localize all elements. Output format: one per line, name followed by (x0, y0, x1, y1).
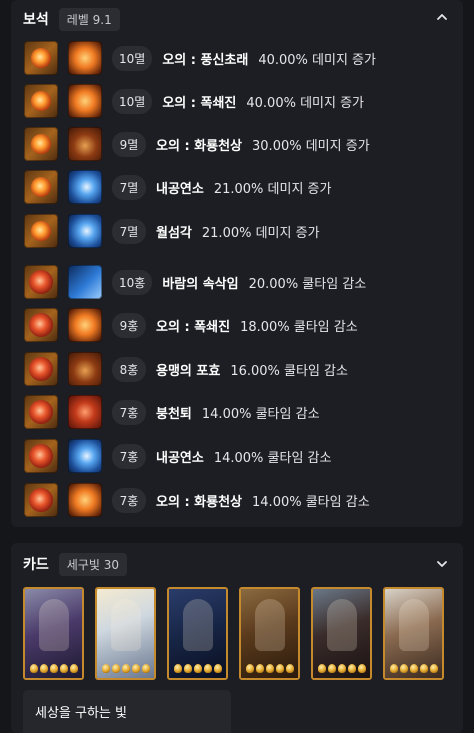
gem-icon (24, 41, 58, 75)
awakening-gems (29, 664, 78, 674)
gem-header: 보석 레벨 9.1 (23, 7, 120, 31)
gem-icon (24, 483, 58, 517)
gem-icon (24, 265, 58, 299)
card[interactable] (383, 587, 444, 680)
skill-name: 붕천퇴 (156, 406, 192, 422)
gem-level: 9홍 (112, 312, 146, 338)
card-title: 카드 (23, 557, 49, 573)
gem-icon (24, 214, 58, 248)
skill-name: 오의 : 폭쇄진 (156, 319, 231, 335)
gem-row: 10멸 오의 : 풍신초래 40.00% 데미지 증가 (24, 40, 376, 76)
card-list (23, 587, 444, 680)
gem-effect: 14.00% 쿨타임 감소 (213, 450, 332, 466)
card-set-effect: 세상을 구하는 빛 (23, 690, 231, 733)
gem-title: 보석 (23, 12, 49, 28)
gem-icon (24, 84, 58, 118)
gem-icon (24, 170, 58, 204)
chevron-up-icon[interactable] (435, 10, 449, 24)
card-set-name: 세상을 구하는 빛 (35, 706, 127, 721)
gem-icon (24, 308, 58, 342)
card[interactable] (23, 587, 84, 680)
gem-level: 10멸 (112, 45, 153, 71)
gem-icon (24, 395, 58, 429)
gem-level: 10멸 (112, 88, 153, 114)
gem-row: 9멸 오의 : 화룡천상 30.00% 데미지 증가 (24, 126, 370, 162)
skill-icon (68, 170, 102, 204)
gem-row: 7멸 내공연소 21.00% 데미지 증가 (24, 169, 331, 205)
gem-row: 7홍 붕천퇴 14.00% 쿨타임 감소 (24, 394, 320, 430)
card[interactable] (95, 587, 156, 680)
gem-level: 9멸 (112, 131, 146, 157)
skill-icon (68, 352, 102, 386)
card[interactable] (239, 587, 300, 680)
skill-icon (68, 214, 102, 248)
gem-row: 10멸 오의 : 폭쇄진 40.00% 데미지 증가 (24, 83, 364, 119)
skill-name: 바람의 속삭임 (162, 276, 239, 292)
card-panel: 카드 세구빛 30 세상을 구하는 빛 (11, 543, 463, 733)
gem-effect: 21.00% 데미지 증가 (201, 225, 320, 241)
gem-level: 7멸 (112, 174, 146, 200)
gem-icon (24, 127, 58, 161)
gem-icon (24, 439, 58, 473)
gem-row: 7멸 월섬각 21.00% 데미지 증가 (24, 213, 320, 249)
skill-name: 월섬각 (156, 225, 192, 241)
awakening-gems (101, 664, 150, 674)
skill-name: 내공연소 (156, 181, 204, 197)
skill-icon (68, 439, 102, 473)
skill-icon (68, 127, 102, 161)
skill-name: 내공연소 (156, 450, 204, 466)
gem-effect: 16.00% 쿨타임 감소 (230, 363, 348, 379)
gem-effect: 20.00% 쿨타임 감소 (248, 276, 367, 292)
gem-row: 8홍 용맹의 포효 16.00% 쿨타임 감소 (24, 351, 348, 387)
skill-name: 오의 : 풍신초래 (162, 52, 249, 68)
gem-level: 7멸 (112, 218, 146, 244)
skill-name: 오의 : 폭쇄진 (162, 95, 237, 111)
gem-level: 8홍 (112, 356, 146, 382)
gem-level: 7홍 (112, 443, 146, 469)
gem-effect: 14.00% 쿨타임 감소 (252, 494, 370, 510)
gem-icon (24, 352, 58, 386)
skill-name: 오의 : 화룡천상 (156, 494, 243, 510)
skill-icon (68, 265, 102, 299)
card-header: 카드 세구빛 30 (23, 552, 127, 576)
chevron-down-icon[interactable] (435, 557, 449, 571)
awakening-gems (245, 664, 294, 674)
skill-icon (68, 483, 102, 517)
gem-row: 7홍 오의 : 화룡천상 14.00% 쿨타임 감소 (24, 482, 370, 518)
skill-icon (68, 308, 102, 342)
gem-level: 7홍 (112, 487, 146, 513)
card[interactable] (167, 587, 228, 680)
gem-panel: 보석 레벨 9.1 10멸 오의 : 풍신초래 40.00% 데미지 증가 10… (11, 0, 463, 527)
gem-level-badge: 레벨 9.1 (58, 7, 120, 31)
gem-effect: 21.00% 데미지 증가 (213, 181, 332, 197)
skill-icon (68, 41, 102, 75)
gem-effect: 30.00% 데미지 증가 (252, 138, 370, 154)
gem-row: 7홍 내공연소 14.00% 쿨타임 감소 (24, 438, 331, 474)
gem-effect: 14.00% 쿨타임 감소 (201, 406, 320, 422)
awakening-gems (173, 664, 222, 674)
skill-icon (68, 84, 102, 118)
card-set-badge: 세구빛 30 (58, 552, 127, 576)
gem-level: 7홍 (112, 399, 146, 425)
gem-effect: 18.00% 쿨타임 감소 (240, 319, 358, 335)
gem-row: 9홍 오의 : 폭쇄진 18.00% 쿨타임 감소 (24, 307, 358, 343)
skill-name: 오의 : 화룡천상 (156, 138, 243, 154)
awakening-gems (389, 664, 438, 674)
gem-level: 10홍 (112, 269, 153, 295)
card[interactable] (311, 587, 372, 680)
gem-row: 10홍 바람의 속삭임 20.00% 쿨타임 감소 (24, 264, 366, 300)
skill-icon (68, 395, 102, 429)
gem-effect: 40.00% 데미지 증가 (246, 95, 365, 111)
gem-effect: 40.00% 데미지 증가 (258, 52, 376, 68)
awakening-gems (317, 664, 366, 674)
skill-name: 용맹의 포효 (156, 363, 221, 379)
